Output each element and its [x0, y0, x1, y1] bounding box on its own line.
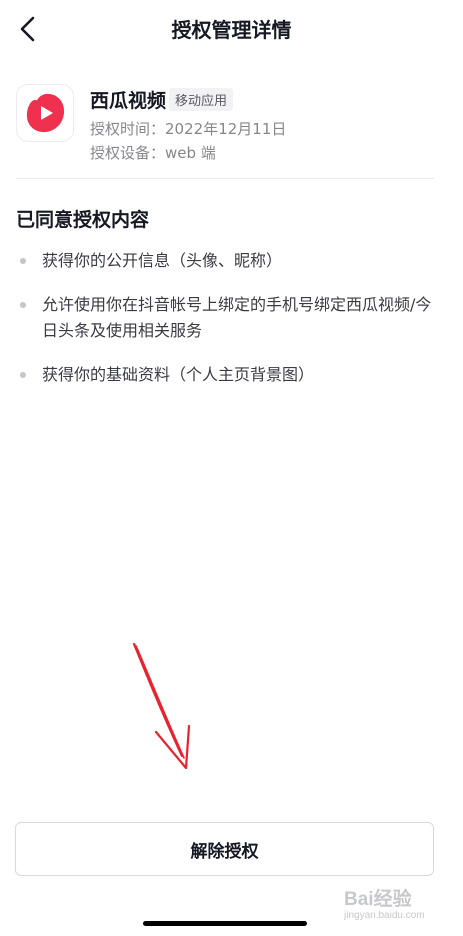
bullet-dot-icon [20, 302, 26, 308]
baidu-jingyan-watermark: Bai经验 jingyan.baidu.com [330, 880, 450, 930]
app-name: 西瓜视频 [90, 90, 167, 112]
home-indicator[interactable] [143, 921, 307, 926]
auth-detail-page: 授权管理详情 西瓜视频 移动应用 授权时间：2022年12月11日 授权设备：w… [0, 0, 463, 936]
revoke-authorization-button[interactable]: 解除授权 [15, 822, 434, 876]
page-title: 授权管理详情 [171, 18, 292, 42]
permission-text: 获得你的基础资料（个人主页背景图） [42, 365, 315, 384]
bullet-dot-icon [20, 372, 26, 378]
red-arrow-annotation-icon [132, 642, 191, 770]
watermark-subtitle: jingyan.baidu.com [344, 910, 425, 921]
permission-text: 允许使用你在抖音帐号上绑定的手机号绑定西瓜视频/今日头条及使用相关服务 [42, 295, 432, 340]
app-type-badge: 移动应用 [169, 88, 234, 111]
permission-list: 获得你的公开信息（头像、昵称） 允许使用你在抖音帐号上绑定的手机号绑定西瓜视频/… [16, 248, 436, 406]
auth-device: 授权设备：web 端 [90, 142, 216, 163]
bullet-dot-icon [20, 258, 26, 264]
permission-item: 允许使用你在抖音帐号上绑定的手机号绑定西瓜视频/今日头条及使用相关服务 [16, 292, 436, 344]
auth-time-value: 2022年12月11日 [165, 120, 287, 138]
permission-item: 获得你的公开信息（头像、昵称） [16, 248, 436, 274]
permission-text: 获得你的公开信息（头像、昵称） [42, 251, 283, 270]
section-title: 已同意授权内容 [16, 209, 150, 231]
auth-device-value: web 端 [165, 144, 216, 162]
permission-item: 获得你的基础资料（个人主页背景图） [16, 362, 436, 388]
app-info-card: 西瓜视频 移动应用 授权时间：2022年12月11日 授权设备：web 端 [16, 84, 434, 178]
app-logo-graphic [26, 93, 65, 133]
auth-device-label: 授权设备： [90, 144, 166, 162]
auth-time: 授权时间：2022年12月11日 [90, 118, 286, 139]
header: 授权管理详情 [0, 0, 463, 58]
xigua-video-logo-icon [16, 84, 74, 142]
watermark-title: Bai经验 [344, 889, 412, 910]
auth-time-label: 授权时间： [90, 120, 166, 138]
divider [16, 178, 434, 179]
